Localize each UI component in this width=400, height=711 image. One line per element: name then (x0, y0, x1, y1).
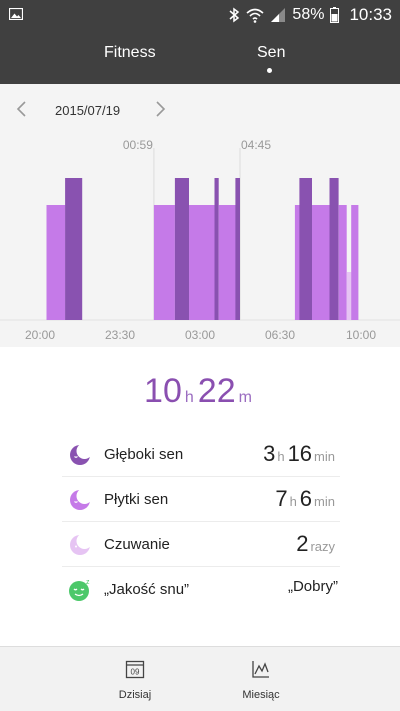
selected-date: 2015/07/19 (55, 103, 121, 118)
image-notification-icon (9, 8, 23, 20)
light-sleep-moon-icon (70, 488, 92, 510)
x-tick-label: 10:00 (346, 328, 377, 342)
x-tick-label: 06:30 (265, 328, 296, 342)
sleep-segment-bar (174, 178, 189, 320)
nav-month[interactable]: Miesiąc (221, 659, 301, 703)
signal-icon (271, 8, 286, 22)
x-tick-label: 03:00 (185, 328, 216, 342)
sleep-segment-bar (218, 205, 236, 320)
top-tabs: Fitness Sen (0, 30, 400, 84)
x-tick-label: 23:30 (105, 328, 136, 342)
previous-day-button[interactable] (12, 98, 32, 120)
stat-row-deep-sleep[interactable]: Głęboki sen 3 h 16 min (62, 432, 340, 477)
sleep-segment-bar (153, 205, 175, 320)
stat-value: „Dobry” (287, 578, 338, 595)
total-minutes: 22 (197, 372, 236, 410)
total-hours: 10 (144, 372, 182, 410)
sleep-segment-bar (351, 205, 359, 320)
nav-month-label: Miesiąc (242, 689, 280, 701)
next-day-button[interactable] (150, 98, 170, 120)
svg-text:z: z (86, 579, 90, 586)
stat-value: 2 razy (296, 531, 335, 556)
bluetooth-icon (229, 7, 240, 23)
total-sleep-duration: 10 h 22 m (0, 372, 400, 411)
sleep-segment-bar (189, 205, 215, 320)
wifi-icon (246, 8, 264, 23)
stat-label: Czuwanie (104, 536, 170, 553)
x-tick-label: 20:00 (25, 328, 56, 342)
sleep-segment-bar (46, 205, 66, 320)
sleep-segment-bar (329, 178, 339, 320)
line-chart-icon (252, 661, 269, 678)
clock: 10:33 (349, 5, 392, 24)
stat-value: 3 h 16 min (263, 441, 335, 466)
sleep-segment-bar (65, 178, 83, 320)
status-bar: 58% 10:33 (0, 0, 400, 30)
active-tab-indicator (267, 68, 272, 73)
stat-label: Płytki sen (104, 491, 169, 508)
awake-moon-icon (70, 533, 92, 555)
sleep-quality-face-icon: z (69, 579, 90, 601)
sleep-segment-bar (299, 178, 312, 320)
sleep-segment-bar (214, 178, 219, 320)
tab-sleep[interactable]: Sen (257, 44, 285, 62)
calendar-icon: 09 (125, 660, 145, 679)
stat-row-light-sleep[interactable]: Płytki sen 7 h 6 min (62, 477, 340, 522)
sleep-segment-bar (294, 205, 300, 320)
total-hours-unit: h (184, 389, 194, 406)
stat-row-sleep-quality[interactable]: z „Jakość snu” „Dobry” (62, 567, 340, 612)
nav-today-label: Dzisiaj (118, 689, 152, 701)
total-minutes-unit: m (238, 389, 252, 406)
deep-sleep-moon-icon (70, 443, 92, 465)
stat-row-awake[interactable]: Czuwanie 2 razy (62, 522, 340, 567)
time-marker-label: 00:59 (123, 138, 153, 152)
stat-value: 7 h 6 min (275, 486, 335, 511)
sleep-segment-bar (346, 272, 352, 320)
tab-fitness[interactable]: Fitness (104, 44, 156, 62)
battery-percent: 58% (292, 6, 325, 23)
bottom-navigation: 09 Dzisiaj Miesiąc (0, 646, 400, 711)
sleep-segment-bar (312, 205, 330, 320)
stat-label: „Jakość snu” (104, 581, 190, 598)
nav-today[interactable]: 09 Dzisiaj (95, 659, 175, 703)
battery-icon (330, 7, 340, 23)
stat-label: Głęboki sen (104, 446, 184, 463)
sleep-stats-list: Głęboki sen 3 h 16 min Płytki sen 7 h 6 min Cz… (62, 432, 340, 612)
sleep-segment-bar (235, 178, 240, 320)
time-marker-label: 04:45 (241, 138, 271, 152)
sleep-stage-chart: 00:59 04:45 (0, 138, 400, 321)
calendar-day-number: 09 (131, 668, 140, 677)
sleep-segment-bar (338, 205, 347, 320)
